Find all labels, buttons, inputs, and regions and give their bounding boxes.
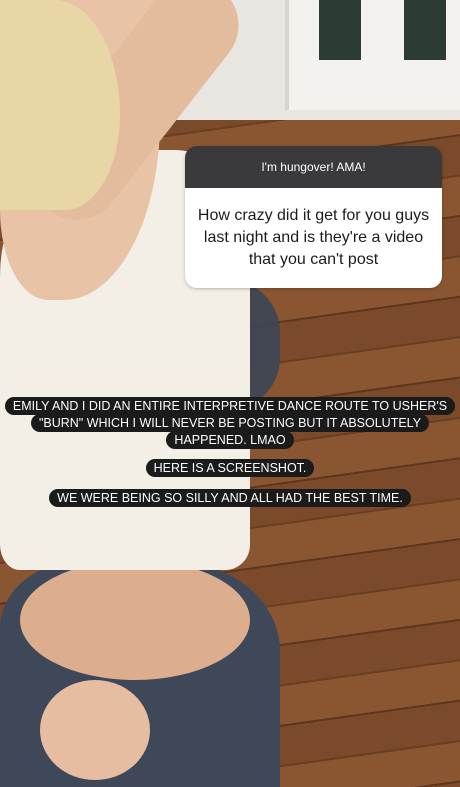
question-sticker[interactable]: I'm hungover! AMA! How crazy did it get … [185, 146, 442, 288]
door-pane [319, 0, 361, 60]
leg [20, 560, 250, 680]
door-pane [404, 0, 446, 60]
hand [40, 680, 150, 780]
question-sticker-header: I'm hungover! AMA! [185, 146, 442, 188]
caption-pill: EMILY AND I DID AN ENTIRE INTERPRETIVE D… [4, 397, 456, 449]
french-door [285, 0, 460, 110]
caption-text-3: WE WERE BEING SO SILLY AND ALL HAD THE B… [0, 489, 460, 507]
caption-text-1: EMILY AND I DID AN ENTIRE INTERPRETIVE D… [0, 397, 460, 449]
caption-text-2: HERE IS A SCREENSHOT. [0, 459, 460, 477]
caption-pill: WE WERE BEING SO SILLY AND ALL HAD THE B… [49, 489, 411, 507]
story-background-photo [0, 0, 460, 787]
caption-pill: HERE IS A SCREENSHOT. [145, 459, 315, 477]
question-sticker-text: How crazy did it get for you guys last n… [185, 188, 442, 288]
